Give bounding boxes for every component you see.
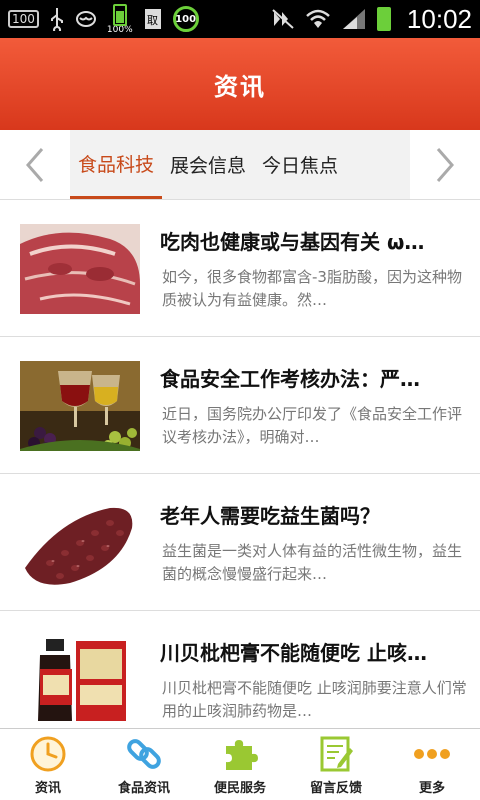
article-list: 吃肉也健康或与基因有关 ω… 如今，很多食物都富含-3脂肪酸，因为这种物质被认为… (0, 200, 480, 748)
usb-icon (49, 7, 65, 31)
bottom-navigation: 资讯 食品资讯 便民服务 留言反馈 更多 (0, 728, 480, 800)
link-icon (124, 731, 164, 777)
more-dots-icon (412, 731, 452, 777)
tab-scroll-left-button[interactable] (0, 130, 70, 199)
notification-badge: 100 (8, 10, 39, 28)
tab-today-focus[interactable]: 今日焦点 (254, 130, 346, 199)
list-item[interactable]: 食品安全工作考核办法：严… 近日，国务院办公厅印发了《食品安全工作评议考核办法》… (0, 337, 480, 474)
article-title: 老年人需要吃益生菌吗？ (160, 504, 380, 528)
article-title: 川贝枇杷膏不能随便吃 止咳… (160, 641, 427, 665)
article-title: 食品安全工作考核办法：严… (160, 367, 420, 391)
nav-services-label: 便民服务 (213, 781, 266, 796)
clock-icon (29, 731, 67, 777)
battery-icon (376, 7, 391, 31)
article-summary: 川贝枇杷膏不能随便吃 止咳润肺要注意人们常用的止咳润肺药物是… (162, 679, 467, 720)
circle-badge: 100 (172, 6, 199, 32)
mute-icon (271, 8, 295, 30)
wifi-icon (305, 8, 331, 30)
article-summary: 近日，国务院办公厅印发了《食品安全工作评议考核办法》，明确对… (162, 405, 463, 446)
nav-news-label: 资讯 (34, 781, 61, 796)
beans-image (20, 498, 140, 588)
tab-food-technology[interactable]: 食品科技 (70, 130, 163, 199)
nav-more-label: 更多 (418, 781, 445, 796)
mask-icon (75, 9, 97, 29)
edit-note-icon (316, 731, 356, 777)
chevron-right-icon (436, 147, 454, 182)
status-bar: 100 100% 取 100 10:02 (0, 0, 480, 38)
chevron-left-icon (26, 147, 44, 182)
status-right-icons: 10:02 (271, 4, 472, 35)
category-tab-bar: 食品科技 展会信息 今日焦点 (0, 130, 480, 200)
meat-image (20, 224, 140, 314)
battery-small-label: 100% (106, 24, 133, 35)
list-item[interactable]: 吃肉也健康或与基因有关 ω… 如今，很多食物都富含-3脂肪酸，因为这种物质被认为… (0, 200, 480, 337)
status-left-icons: 100 100% 取 100 (8, 3, 199, 35)
title-bar: 资讯 (0, 38, 480, 130)
battery-small-icon (112, 3, 127, 26)
category-tabs: 食品科技 展会信息 今日焦点 (70, 130, 346, 199)
tab-exhibition-info[interactable]: 展会信息 (162, 130, 254, 199)
nav-more[interactable]: 更多 (384, 729, 480, 800)
list-item[interactable]: 老年人需要吃益生菌吗？ 益生菌是一类对人体有益的活性微生物，益生菌的概念慢慢盛行… (0, 474, 480, 611)
page-title: 资讯 (214, 72, 266, 101)
article-summary: 益生菌是一类对人体有益的活性微生物，益生菌的概念慢慢盛行起来… (162, 542, 463, 583)
puzzle-icon (220, 731, 260, 777)
nav-food-news[interactable]: 食品资讯 (96, 729, 192, 800)
article-summary: 如今，很多食物都富含-3脂肪酸，因为这种物质被认为有益健康。然… (162, 268, 462, 309)
nav-food-news-label: 食品资讯 (117, 781, 170, 796)
tab-scroll-right-button[interactable] (410, 130, 480, 199)
document-icon: 取 (143, 7, 163, 31)
nav-news[interactable]: 资讯 (0, 729, 96, 800)
nav-services[interactable]: 便民服务 (192, 729, 288, 800)
signal-icon (341, 7, 367, 31)
syrup-image (20, 635, 140, 725)
wine-image (20, 361, 140, 451)
battery-small: 100% (106, 3, 133, 35)
nav-feedback-label: 留言反馈 (309, 781, 362, 796)
status-time: 10:02 (406, 3, 472, 34)
nav-feedback[interactable]: 留言反馈 (288, 729, 384, 800)
article-title: 吃肉也健康或与基因有关 ω… (160, 230, 425, 254)
svg-text:取: 取 (147, 14, 158, 27)
